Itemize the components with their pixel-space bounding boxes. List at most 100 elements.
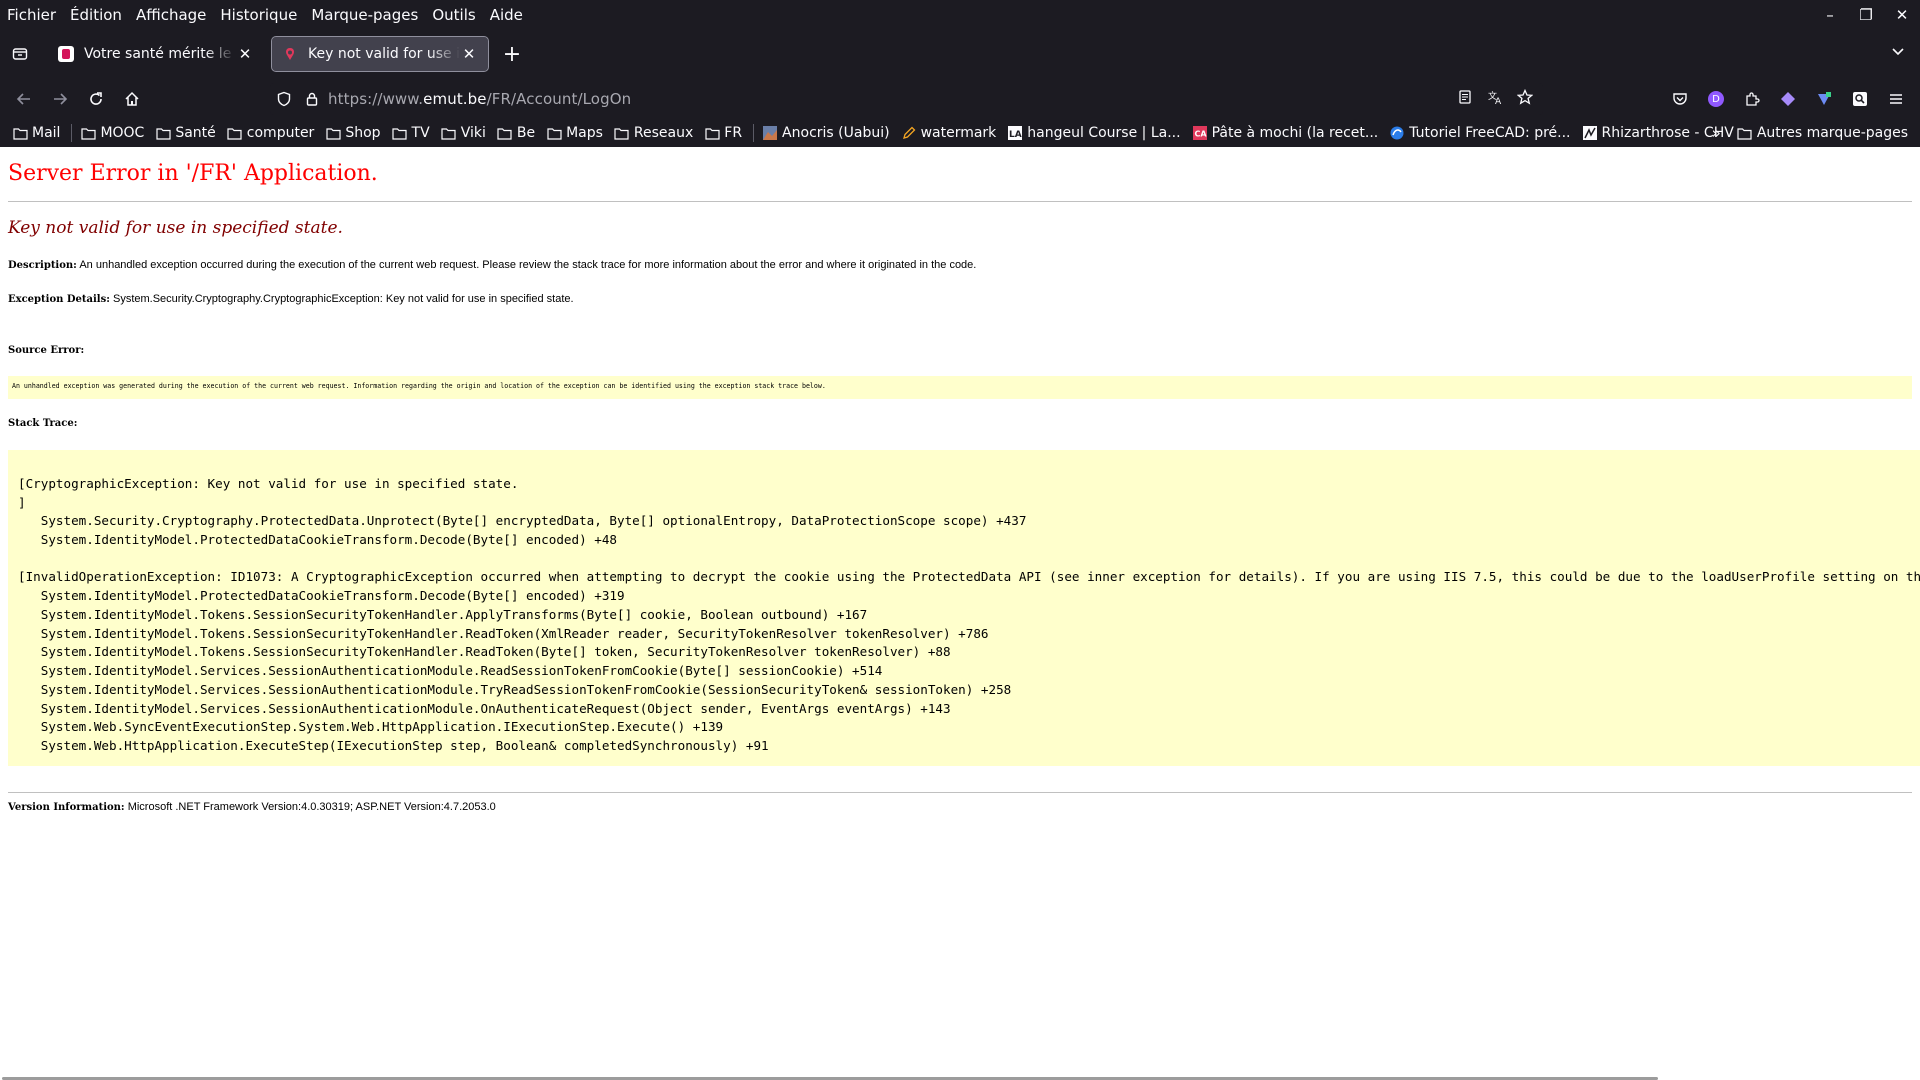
restore-button[interactable]: ❐	[1848, 6, 1884, 24]
menu-aide[interactable]: Aide	[483, 6, 530, 24]
description-text: An unhandled exception occurred during t…	[79, 259, 977, 271]
browser-chrome: Fichier Édition Affichage Historique Mar…	[0, 0, 1920, 147]
stack-line: System.IdentityModel.ProtectedDataCookie…	[18, 588, 625, 603]
svg-text:CA: CA	[1194, 130, 1207, 139]
folder-icon	[497, 126, 513, 140]
bookmark-folder-computer[interactable]: computer	[227, 125, 314, 141]
search-extension-icon	[1853, 92, 1867, 106]
bookmarks-overflow-area: » Autres marque-pages	[1712, 119, 1908, 147]
menu-outils[interactable]: Outils	[425, 6, 482, 24]
star-icon[interactable]	[1517, 89, 1533, 105]
hamburger-menu-icon	[1890, 94, 1902, 104]
version-info-block: Version Information: Microsoft .NET Fram…	[8, 801, 496, 813]
shield-icon[interactable]	[276, 91, 292, 107]
reload-button[interactable]	[80, 83, 112, 115]
bookmark-folder-mail[interactable]: Mail	[12, 125, 60, 141]
extension-search-button[interactable]	[1844, 83, 1876, 115]
exception-label: Exception Details:	[8, 294, 110, 305]
recipe-favicon-icon: CA	[1192, 126, 1208, 140]
stack-line: System.IdentityModel.Tokens.SessionSecur…	[18, 626, 989, 641]
stack-line: System.IdentityModel.Tokens.SessionSecur…	[18, 607, 868, 622]
home-button[interactable]	[116, 83, 148, 115]
tab-key-not-valid[interactable]: Key not valid for use in specified state…	[271, 36, 489, 72]
stack-line: System.Security.Cryptography.ProtectedDa…	[18, 513, 1027, 528]
bookmark-folder-tv[interactable]: TV	[392, 125, 430, 141]
folder-icon	[546, 126, 562, 140]
close-window-button[interactable]: ✕	[1884, 6, 1920, 24]
menu-marque-pages[interactable]: Marque-pages	[304, 6, 425, 24]
stack-line: System.IdentityModel.ProtectedDataCookie…	[18, 532, 617, 547]
arrow-right-icon	[54, 93, 68, 105]
plus-icon: +	[502, 41, 522, 67]
double-chevron-right-icon[interactable]: »	[1712, 124, 1721, 142]
folder-icon	[12, 126, 28, 140]
url-actions: 文A	[1457, 89, 1533, 105]
description-block: Description: An unhandled exception occu…	[8, 259, 976, 271]
svg-text:A: A	[1495, 97, 1502, 105]
forward-button[interactable]	[44, 83, 76, 115]
translate-icon[interactable]: 文A	[1487, 89, 1503, 105]
bookmark-folder-maps[interactable]: Maps	[546, 125, 603, 141]
reader-view-icon[interactable]	[1457, 89, 1473, 105]
lock-icon[interactable]	[304, 91, 320, 107]
folder-icon	[80, 126, 96, 140]
vpn-extension-icon	[1818, 92, 1831, 105]
menu-affichage[interactable]: Affichage	[129, 6, 213, 24]
extension-diamond-button[interactable]	[1772, 83, 1804, 115]
stack-line: System.IdentityModel.Tokens.SessionSecur…	[18, 644, 951, 659]
tab-close-icon[interactable]: ✕	[460, 45, 478, 63]
home-icon	[125, 91, 139, 106]
bookmark-folder-autres[interactable]: Autres marque-pages	[1737, 125, 1908, 141]
bookmark-anocris[interactable]: Anocris (Uabui)	[762, 125, 890, 141]
description-label: Description:	[8, 260, 77, 271]
back-button[interactable]	[8, 83, 40, 115]
bookmark-folder-fr[interactable]: FR	[704, 125, 742, 141]
chv-favicon-icon	[1582, 126, 1598, 140]
list-all-tabs-button[interactable]	[1890, 43, 1906, 63]
pencil-icon	[901, 126, 917, 140]
folder-icon	[227, 126, 243, 140]
tab-close-icon[interactable]: ✕	[236, 45, 254, 63]
stack-line: [InvalidOperationException: ID1073: A Cr…	[18, 569, 1920, 584]
bookmark-hangeul[interactable]: LA hangeul Course | La...	[1007, 125, 1181, 141]
version-label: Version Information:	[8, 802, 125, 813]
new-tab-button[interactable]: +	[496, 38, 528, 70]
pocket-button[interactable]	[1664, 83, 1696, 115]
anocris-favicon-icon	[762, 126, 778, 140]
bookmark-watermark[interactable]: watermark	[901, 125, 996, 141]
menu-edition[interactable]: Édition	[63, 6, 129, 24]
bookmark-pate-mochi[interactable]: CA Pâte à mochi (la recet...	[1192, 125, 1378, 141]
minimize-button[interactable]: –	[1812, 6, 1848, 24]
avatar-icon: D	[1708, 91, 1724, 107]
bookmark-folder-viki[interactable]: Viki	[441, 125, 486, 141]
stack-trace-box: [CryptographicException: Key not valid f…	[8, 450, 1920, 766]
menu-historique[interactable]: Historique	[213, 6, 304, 24]
stack-line: System.IdentityModel.Services.SessionAut…	[18, 701, 951, 716]
tab-votre-sante[interactable]: Votre santé mérite le meilleur ✕	[48, 37, 264, 71]
stack-trace-label: Stack Trace:	[8, 418, 78, 429]
hangeul-favicon-icon: LA	[1007, 126, 1023, 140]
account-button[interactable]: D	[1700, 83, 1732, 115]
exception-text: System.Security.Cryptography.Cryptograph…	[112, 293, 574, 305]
page-content: Server Error in '/FR' Application. Key n…	[0, 147, 1920, 1080]
url-text[interactable]: https://www.emut.be/FR/Account/LogOn	[328, 90, 631, 108]
navigation-bar: https://www.emut.be/FR/Account/LogOn 文A …	[0, 79, 1920, 119]
app-menu-button[interactable]	[1880, 83, 1912, 115]
extension-vpn-button[interactable]	[1808, 83, 1840, 115]
bookmark-folder-shop[interactable]: Shop	[325, 125, 381, 141]
bookmark-folder-sante[interactable]: Santé	[155, 125, 216, 141]
firefox-view-button[interactable]	[0, 36, 40, 72]
menu-fichier[interactable]: Fichier	[0, 6, 63, 24]
extensions-button[interactable]	[1736, 83, 1768, 115]
stack-line: System.IdentityModel.Services.SessionAut…	[18, 663, 883, 678]
address-bar[interactable]: https://www.emut.be/FR/Account/LogOn 文A	[270, 83, 1543, 115]
tab-favicon-icon	[282, 46, 298, 62]
arrow-left-icon	[16, 93, 30, 105]
exception-details-block: Exception Details: System.Security.Crypt…	[8, 293, 574, 305]
bookmark-freecad[interactable]: Tutoriel FreeCAD: pré...	[1389, 125, 1571, 141]
bookmark-folder-be[interactable]: Be	[497, 125, 535, 141]
bookmark-folder-reseaux[interactable]: Reseaux	[614, 125, 693, 141]
folder-icon	[704, 126, 720, 140]
bookmark-folder-mooc[interactable]: MOOC	[80, 125, 144, 141]
stack-trace-heading: Stack Trace:	[8, 417, 77, 429]
